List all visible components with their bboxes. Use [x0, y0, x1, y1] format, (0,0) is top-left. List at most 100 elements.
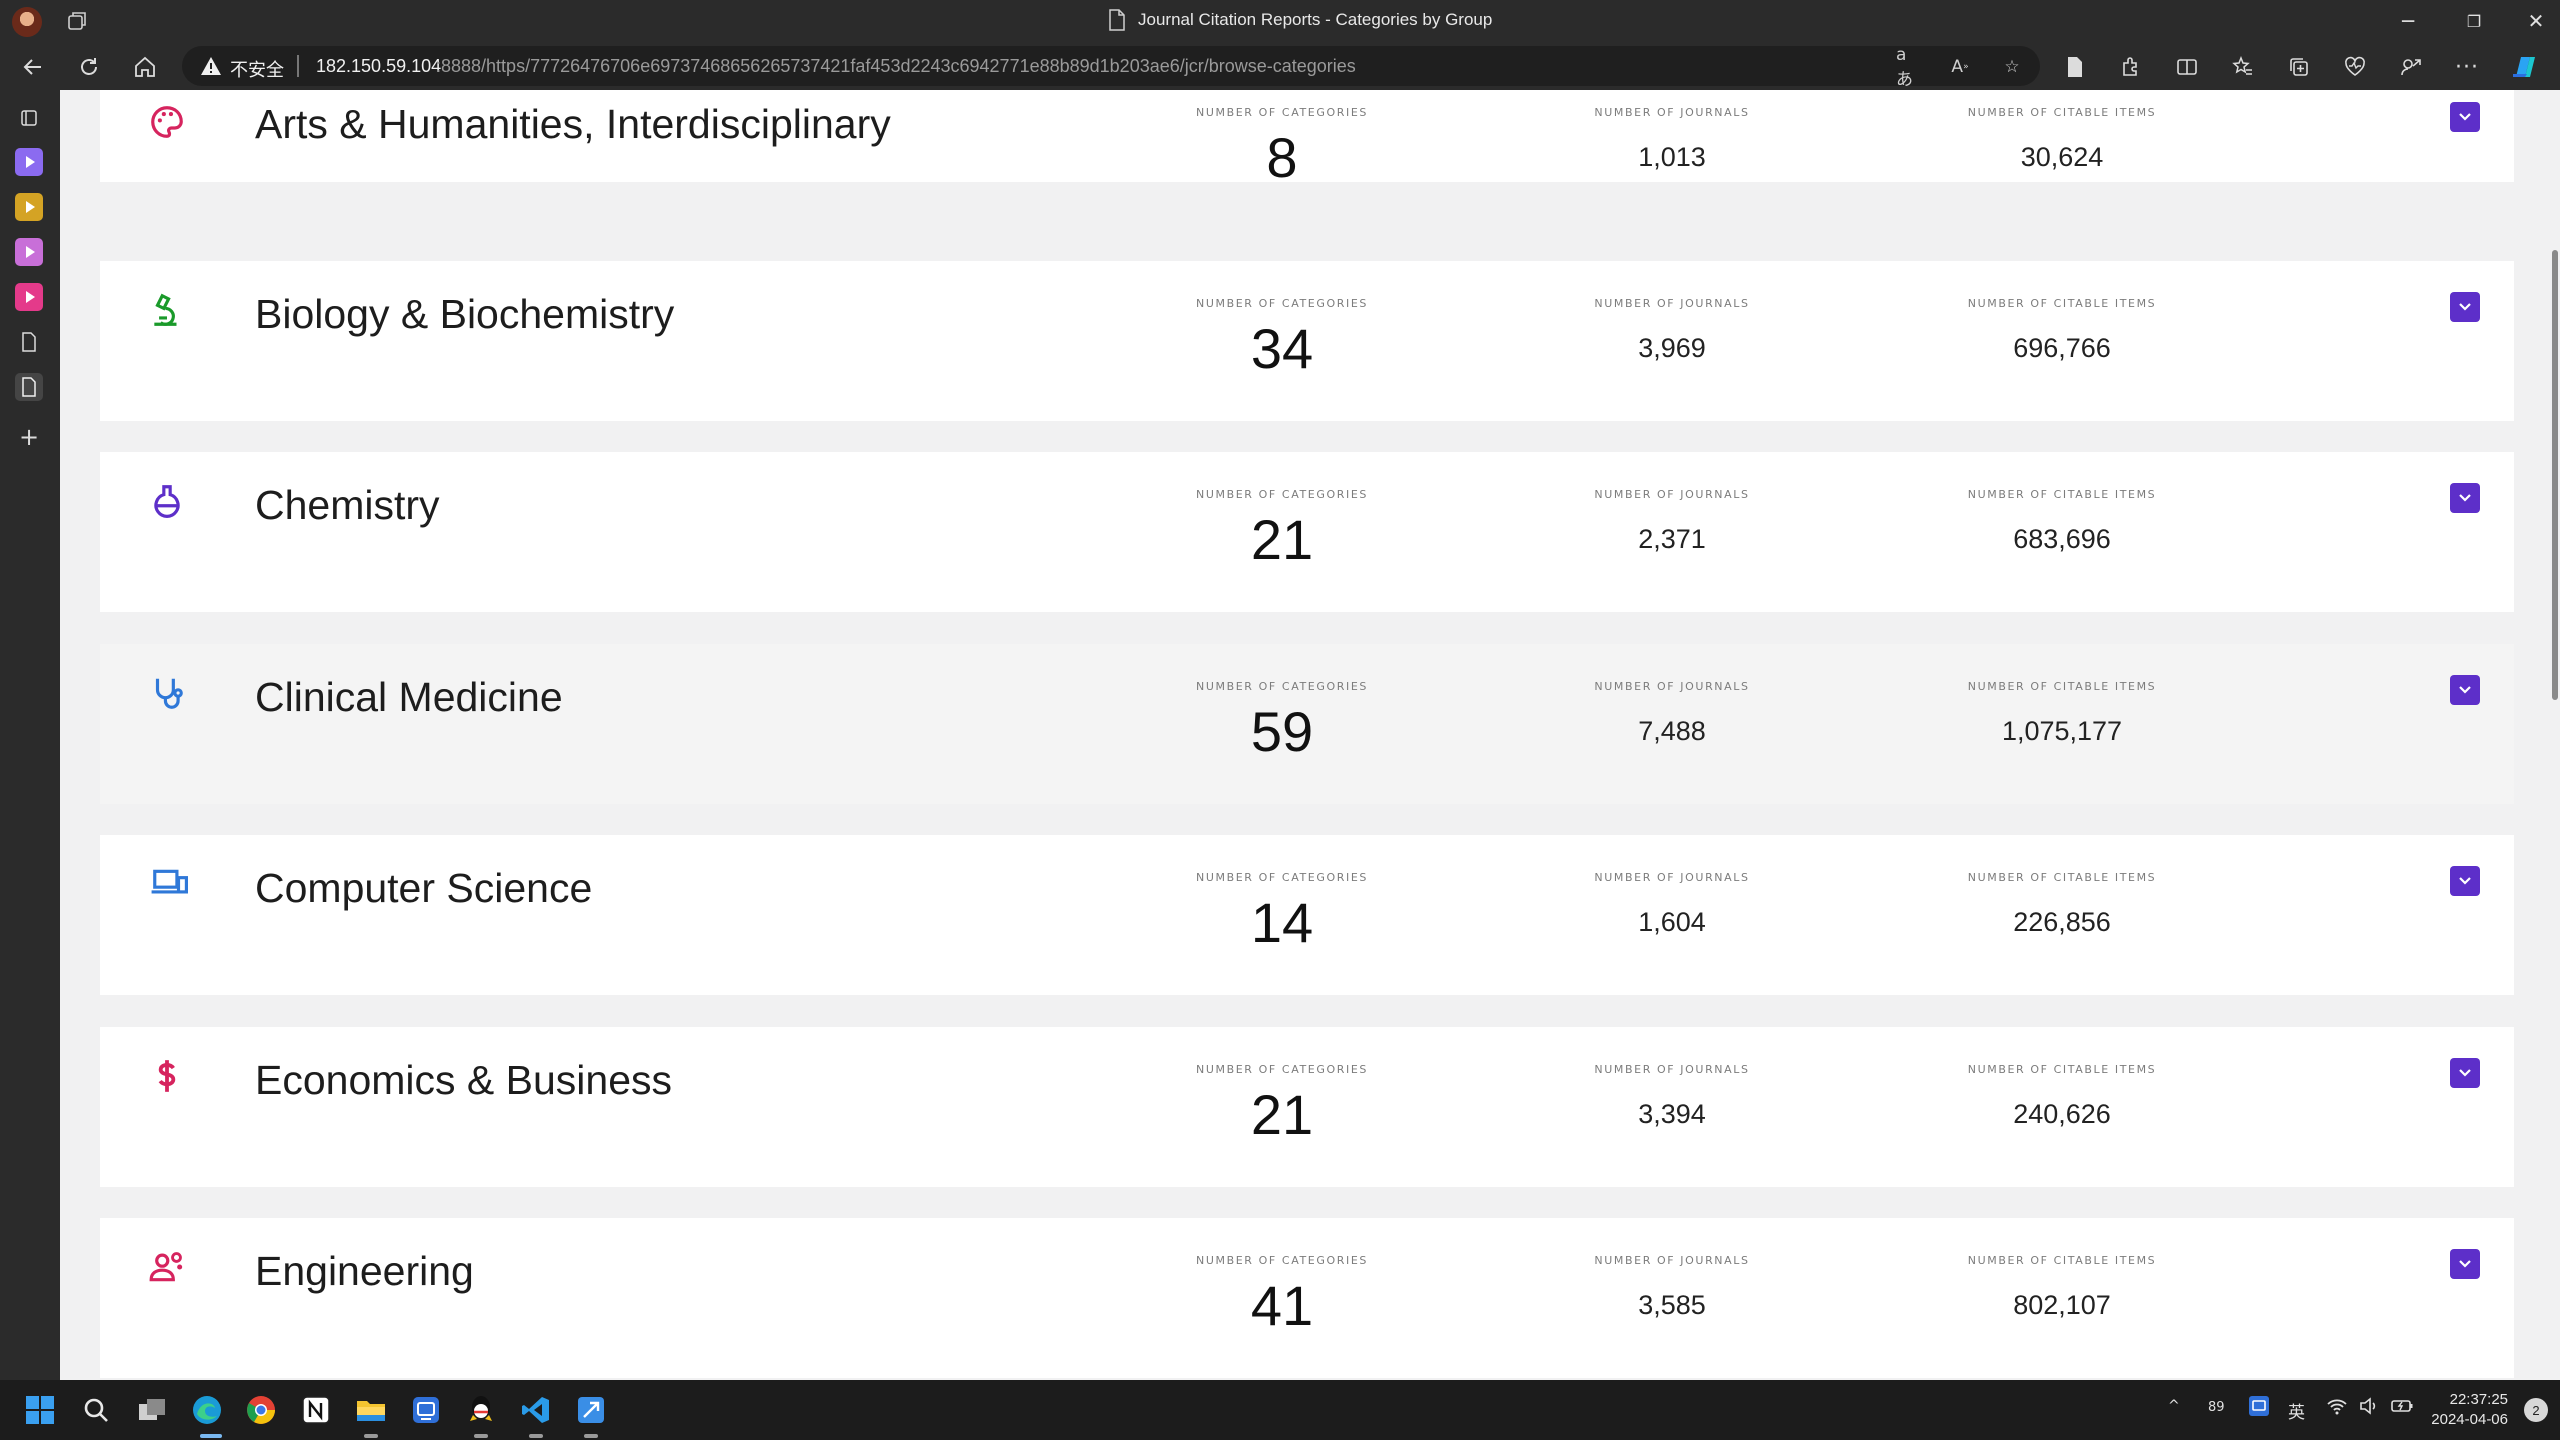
group-name[interactable]: Engineering — [255, 1248, 474, 1295]
categories-label: NUMBER OF CATEGORIES — [1196, 1254, 1368, 1267]
home-button[interactable] — [128, 50, 162, 84]
categories-count: 21 — [1250, 508, 1314, 571]
group-card-computer-science[interactable]: Computer Science NUMBER OF CATEGORIES 14… — [100, 835, 2514, 995]
split-screen-button[interactable] — [2170, 50, 2204, 84]
group-name[interactable]: Arts & Humanities, Interdisciplinary — [255, 101, 891, 148]
collections-button[interactable] — [2282, 50, 2316, 84]
group-name[interactable]: Economics & Business — [255, 1057, 672, 1104]
address-bar[interactable]: 不安全 182.150.59.104 :8888/https/777264767… — [182, 45, 2040, 90]
refresh-button[interactable] — [72, 50, 106, 84]
read-aloud-icon[interactable]: aあ — [1896, 45, 1920, 90]
expand-button[interactable] — [2450, 1058, 2480, 1088]
task-view-icon — [139, 1399, 165, 1420]
chevron-down-icon — [2459, 686, 2471, 694]
expand-button[interactable] — [2450, 866, 2480, 896]
group-card-economics-business[interactable]: Economics & Business NUMBER OF CATEGORIE… — [100, 1027, 2514, 1187]
group-card-chemistry[interactable]: Chemistry NUMBER OF CATEGORIES 21 NUMBER… — [100, 452, 2514, 612]
citable-label: NUMBER OF CITABLE ITEMS — [1967, 1254, 2157, 1267]
security-label[interactable]: 不安全 — [230, 56, 284, 82]
copilot-icon — [2513, 57, 2535, 77]
tray-app[interactable] — [2248, 1395, 2270, 1421]
taskbar-vscode[interactable] — [518, 1392, 554, 1428]
performance-button[interactable] — [2338, 50, 2372, 84]
tab-video-2[interactable] — [15, 193, 43, 221]
share-button[interactable] — [2394, 50, 2428, 84]
network-volume-battery[interactable] — [2326, 1396, 2414, 1420]
tab-video-1[interactable] — [15, 148, 43, 176]
taskbar-file-explorer[interactable] — [353, 1392, 389, 1428]
copilot-button[interactable] — [2508, 50, 2542, 84]
group-card-engineering[interactable]: Engineering NUMBER OF CATEGORIES 41 NUMB… — [100, 1218, 2514, 1378]
ime-indicator[interactable]: 英 — [2288, 1398, 2305, 1423]
tab-actions-button[interactable] — [15, 104, 43, 132]
expand-button[interactable] — [2450, 483, 2480, 513]
categories-count: 34 — [1250, 317, 1314, 380]
citable-count: 1,075,177 — [2001, 716, 2123, 746]
journals-label: NUMBER OF JOURNALS — [1594, 106, 1750, 119]
chevron-down-icon — [2459, 494, 2471, 502]
tab-video-4[interactable] — [15, 283, 43, 311]
palette-icon — [151, 106, 183, 138]
scrollbar[interactable] — [2548, 90, 2560, 1380]
expand-button[interactable] — [2450, 675, 2480, 705]
profile-avatar[interactable] — [12, 7, 42, 37]
browse-categories-page: Arts & Humanities, Interdisciplinary NUM… — [60, 90, 2560, 1380]
notification-badge[interactable]: 2 — [2524, 1398, 2548, 1422]
group-card-arts-humanities[interactable]: Arts & Humanities, Interdisciplinary NUM… — [100, 90, 2514, 189]
group-name[interactable]: Biology & Biochemistry — [255, 291, 674, 338]
expand-button[interactable] — [2450, 1249, 2480, 1279]
tray-number[interactable]: 89 — [2208, 1400, 2225, 1415]
text-size-icon[interactable]: A» — [1948, 55, 1972, 79]
tab-video-3[interactable] — [15, 238, 43, 266]
play-icon — [26, 246, 35, 258]
url-host[interactable]: 182.150.59.104 — [316, 56, 441, 77]
favorites-button[interactable] — [2226, 50, 2260, 84]
group-name[interactable]: Computer Science — [255, 865, 592, 912]
favorites-icon — [2232, 56, 2252, 75]
back-arrow-icon — [23, 59, 41, 75]
categories-count: 14 — [1250, 891, 1314, 954]
close-button[interactable]: ✕ — [2508, 0, 2560, 42]
more-icon: ··· — [2455, 54, 2479, 80]
minimize-button[interactable]: ─ — [2380, 0, 2436, 42]
tab-doc-1[interactable] — [15, 328, 43, 356]
windows-start-button[interactable] — [22, 1392, 58, 1428]
page-action-button[interactable] — [2058, 50, 2092, 84]
group-card-biology-biochemistry[interactable]: Biology & Biochemistry NUMBER OF CATEGOR… — [100, 261, 2514, 421]
group-name[interactable]: Chemistry — [255, 482, 440, 529]
workspaces-icon[interactable] — [66, 10, 88, 32]
restore-button[interactable]: ❐ — [2446, 0, 2502, 42]
add-tab-button[interactable]: + — [15, 423, 43, 451]
taskbar-chrome[interactable] — [243, 1392, 279, 1428]
expand-button[interactable] — [2450, 292, 2480, 322]
group-card-clinical-medicine[interactable]: Clinical Medicine NUMBER OF CATEGORIES 5… — [100, 644, 2514, 804]
volume-icon — [2360, 1397, 2376, 1415]
app-icon — [2249, 1396, 2269, 1416]
group-name[interactable]: Clinical Medicine — [255, 674, 563, 721]
task-view-button[interactable] — [134, 1392, 170, 1428]
taskbar-app[interactable] — [408, 1392, 444, 1428]
system-clock[interactable]: 22:37:25 2024-04-06 — [2431, 1390, 2508, 1430]
url-path[interactable]: :8888/https/77726476706e6973746865626573… — [436, 56, 1356, 77]
microscope-icon — [154, 293, 177, 326]
close-icon: ✕ — [2527, 9, 2545, 33]
show-hidden-icons-button[interactable]: ^ — [2168, 1398, 2180, 1414]
taskbar-edge[interactable] — [189, 1392, 225, 1428]
back-button[interactable] — [16, 50, 50, 84]
more-button[interactable]: ··· — [2450, 50, 2484, 84]
journals-count: 7,488 — [1638, 716, 1706, 746]
wifi-icon — [2327, 1399, 2347, 1415]
favorite-star-icon[interactable]: ☆ — [2000, 55, 2024, 79]
taskbar: ^ 89 英 22:37:25 2024-04-06 2 — [0, 1380, 2560, 1440]
search-button[interactable] — [78, 1392, 114, 1428]
extensions-button[interactable] — [2114, 50, 2148, 84]
taskbar-qq[interactable] — [463, 1392, 499, 1428]
warning-icon[interactable] — [200, 55, 222, 77]
scrollbar-thumb[interactable] — [2552, 250, 2558, 700]
taskbar-app2[interactable] — [573, 1392, 609, 1428]
taskbar-notion[interactable] — [298, 1392, 334, 1428]
expand-button[interactable] — [2450, 102, 2480, 132]
tab-doc-2[interactable] — [15, 373, 43, 401]
categories-label: NUMBER OF CATEGORIES — [1196, 106, 1368, 119]
engineer-icon — [149, 1252, 183, 1282]
